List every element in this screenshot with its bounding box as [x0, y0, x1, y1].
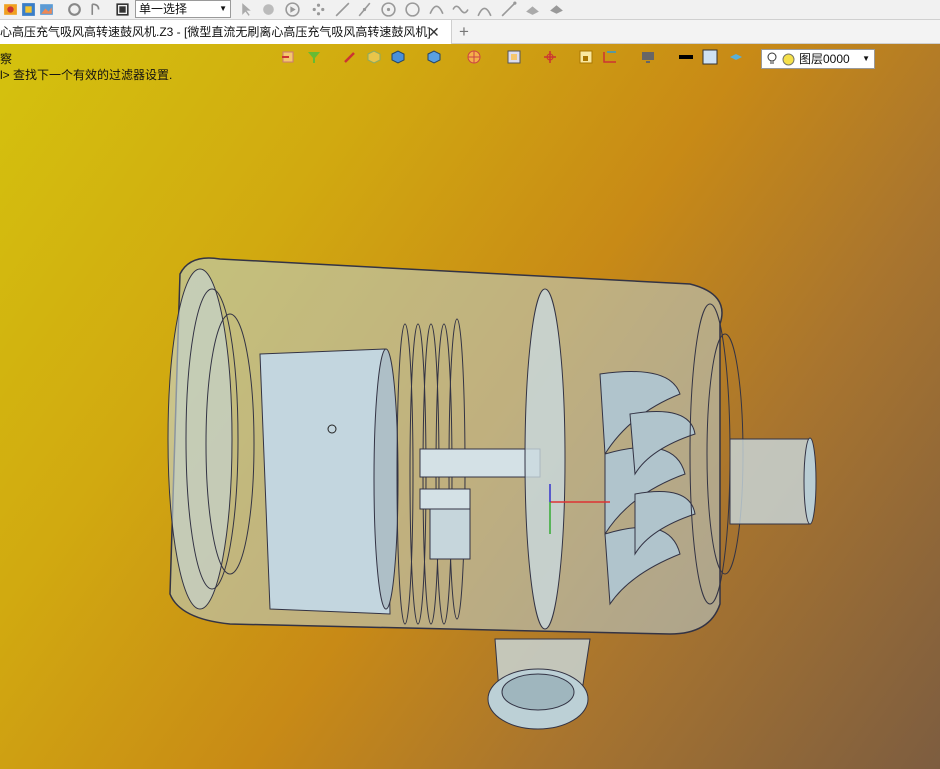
document-tab-bar: 心高压充气吸风高转速鼓风机.Z3 - [微型直流无刷离心高压充气吸风高转速鼓风机…	[0, 20, 940, 44]
sphere-grid-icon[interactable]	[466, 49, 482, 65]
timer-icon[interactable]	[88, 1, 105, 18]
chevron-down-icon: ▼	[219, 4, 227, 13]
close-icon[interactable]: ✕	[428, 20, 440, 44]
circle-dot-icon[interactable]	[380, 1, 397, 18]
cloud-icon[interactable]	[524, 1, 541, 18]
pointer-icon[interactable]	[238, 1, 255, 18]
layer-select[interactable]: 图层0000 ▼	[761, 49, 875, 69]
shaded-cube-icon[interactable]	[366, 49, 382, 65]
fill-color-icon[interactable]	[702, 49, 718, 65]
multi-cube-icon[interactable]	[426, 49, 442, 65]
spline-icon[interactable]	[500, 1, 517, 18]
brush-icon[interactable]	[342, 49, 358, 65]
slash-line-icon[interactable]	[356, 1, 373, 18]
circle-icon[interactable]	[404, 1, 421, 18]
selection-mode-select[interactable]: 单一选择 ▼	[135, 0, 231, 18]
display-icon[interactable]	[640, 49, 656, 65]
pick-icon[interactable]	[260, 1, 277, 18]
image-icon[interactable]	[38, 1, 55, 18]
render-icon[interactable]	[2, 1, 19, 18]
chevron-down-icon: ▼	[862, 54, 870, 63]
palette-icon[interactable]	[20, 1, 37, 18]
stop-icon[interactable]	[114, 1, 131, 18]
play-icon[interactable]	[284, 1, 301, 18]
layer-color-icon	[782, 53, 795, 66]
gear-icon[interactable]	[66, 1, 83, 18]
lightbulb-icon	[767, 52, 777, 64]
layer-name: 图层0000	[799, 52, 850, 66]
status-message: l> 查找下一个有效的过滤器设置.	[0, 68, 173, 82]
view-frame-icon[interactable]	[506, 49, 522, 65]
view-mode-label: 察	[0, 52, 13, 66]
surface-icon[interactable]	[548, 1, 565, 18]
points-icon[interactable]	[310, 1, 327, 18]
layer-stack-icon[interactable]	[728, 49, 744, 65]
axis-icon[interactable]	[542, 49, 558, 65]
main-toolbar: 单一选择 ▼	[0, 0, 940, 20]
cube-icon[interactable]	[390, 49, 406, 65]
filter-icon[interactable]	[306, 49, 322, 65]
curve-icon[interactable]	[428, 1, 445, 18]
import-icon[interactable]	[280, 49, 296, 65]
3d-viewport[interactable]: 察 l> 查找下一个有效的过滤器设置. 图层0000 ▼	[0, 44, 940, 769]
line-icon[interactable]	[334, 1, 351, 18]
tab-document-title: 心高压充气吸风高转速鼓风机.Z3 - [微型直流无刷离心高压充气吸风高转速鼓风机…	[0, 25, 431, 39]
plane-icon[interactable]	[578, 49, 594, 65]
blower-3d-model[interactable]	[150, 214, 830, 734]
arc-icon[interactable]	[476, 1, 493, 18]
line-color-icon[interactable]	[678, 49, 694, 65]
selection-mode-value: 单一选择	[139, 2, 188, 16]
tab-document[interactable]: 心高压充气吸风高转速鼓风机.Z3 - [微型直流无刷离心高压充气吸风高转速鼓风机…	[0, 20, 452, 44]
dimension-icon[interactable]	[602, 49, 618, 65]
add-tab-button[interactable]: +	[459, 20, 469, 44]
wave-icon[interactable]	[452, 1, 469, 18]
